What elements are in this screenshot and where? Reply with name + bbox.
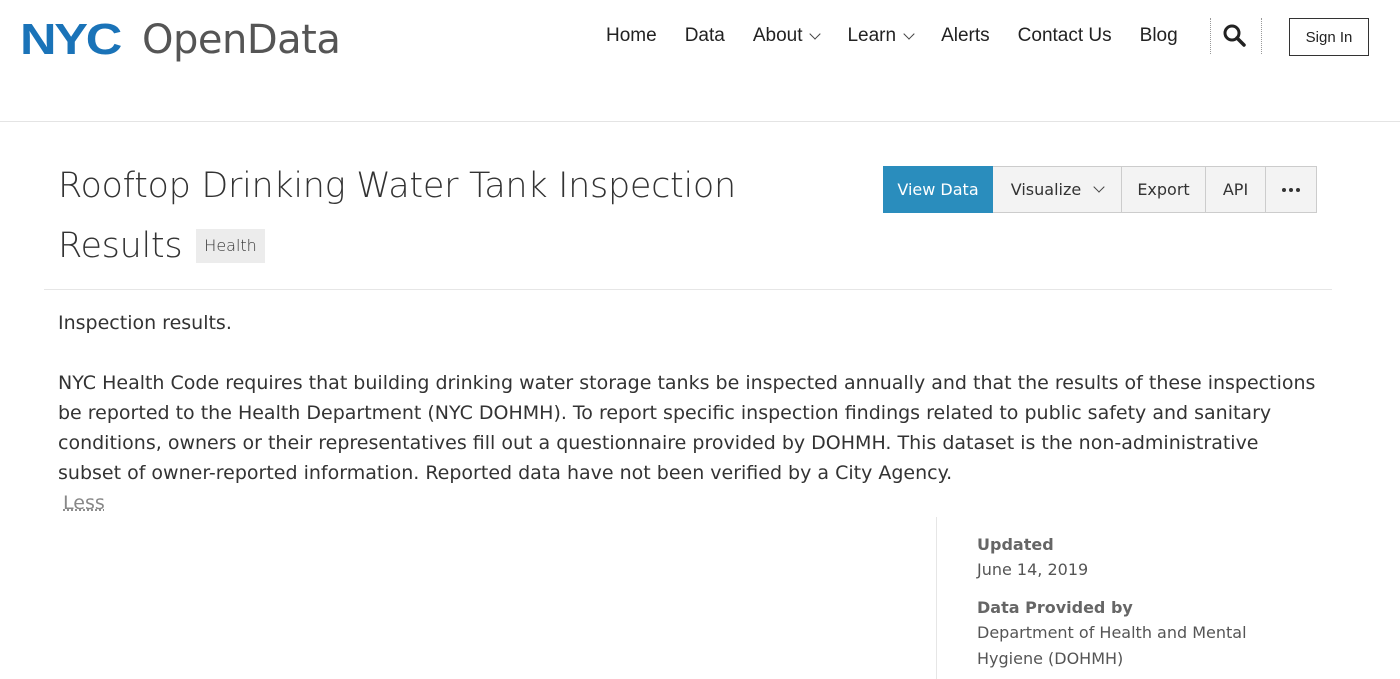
description-short: Inspection results.	[58, 312, 232, 334]
view-data-button[interactable]: View Data	[883, 166, 993, 213]
chevron-down-icon	[1093, 181, 1105, 193]
updated-label: Updated	[977, 535, 1054, 554]
nav-divider	[1261, 18, 1262, 54]
nav-alerts-label: Alerts	[941, 25, 990, 46]
logo-nyc-mark: NYC	[20, 15, 122, 64]
nav-about[interactable]: About	[752, 25, 822, 47]
search-button[interactable]	[1222, 23, 1248, 49]
nav-data[interactable]: Data	[685, 25, 725, 47]
chevron-down-icon	[903, 27, 915, 40]
updated-value: June 14, 2019	[977, 560, 1089, 579]
dataset-actions: View Data Visualize Export API	[883, 166, 1317, 213]
dataset-title-line2: Results	[58, 226, 183, 266]
export-label: Export	[1137, 180, 1190, 199]
metadata-sidebar: Updated June 14, 2019 Data Provided by D…	[977, 533, 1277, 672]
api-label: API	[1222, 180, 1249, 199]
search-icon	[1223, 24, 1246, 47]
provider-label: Data Provided by	[977, 598, 1133, 617]
site-header: NYC OpenData Home Data About Learn Alert…	[0, 0, 1400, 122]
category-tag[interactable]: Health	[196, 229, 265, 263]
dataset-title-line2-row: Results Health	[58, 216, 758, 276]
nav-blog[interactable]: Blog	[1140, 25, 1178, 47]
nav-blog-label: Blog	[1139, 25, 1178, 46]
visualize-button[interactable]: Visualize	[993, 166, 1122, 213]
nav-about-label: About	[752, 25, 803, 46]
main-nav: Home Data About Learn Alerts Contact Us …	[592, 22, 1192, 50]
visualize-label: Visualize	[1010, 180, 1082, 199]
nav-contact-us[interactable]: Contact Us	[1018, 25, 1112, 47]
nav-divider	[1210, 18, 1211, 54]
dataset-title-line1: Rooftop Drinking Water Tank Inspection	[58, 166, 736, 206]
nav-home-label: Home	[606, 25, 657, 46]
nav-learn-label: Learn	[847, 25, 897, 46]
nav-home[interactable]: Home	[606, 25, 657, 47]
nyc-opendata-logo[interactable]: NYC OpenData	[20, 15, 341, 64]
sign-in-button[interactable]: Sign In	[1289, 18, 1369, 56]
nav-learn[interactable]: Learn	[847, 25, 915, 47]
more-actions-button[interactable]	[1266, 166, 1317, 213]
nav-contact-label: Contact Us	[1017, 25, 1112, 46]
export-button[interactable]: Export	[1122, 166, 1206, 213]
more-icon	[1282, 187, 1300, 192]
view-data-label: View Data	[897, 180, 979, 199]
nav-alerts[interactable]: Alerts	[941, 25, 990, 47]
dataset-description: Inspection results. NYC Health Code requ…	[58, 308, 1318, 488]
description-long: NYC Health Code requires that building d…	[58, 372, 1316, 484]
nav-data-label: Data	[684, 25, 725, 46]
chevron-down-icon	[809, 27, 822, 40]
provider-value: Department of Health and Mental Hygiene …	[977, 623, 1247, 668]
dataset-title: Rooftop Drinking Water Tank Inspection R…	[58, 156, 758, 276]
metadata-sidebar-border	[936, 517, 937, 679]
section-divider	[44, 289, 1332, 290]
logo-wordmark: OpenData	[142, 17, 341, 63]
api-button[interactable]: API	[1206, 166, 1266, 213]
less-link[interactable]: Less	[63, 489, 105, 517]
